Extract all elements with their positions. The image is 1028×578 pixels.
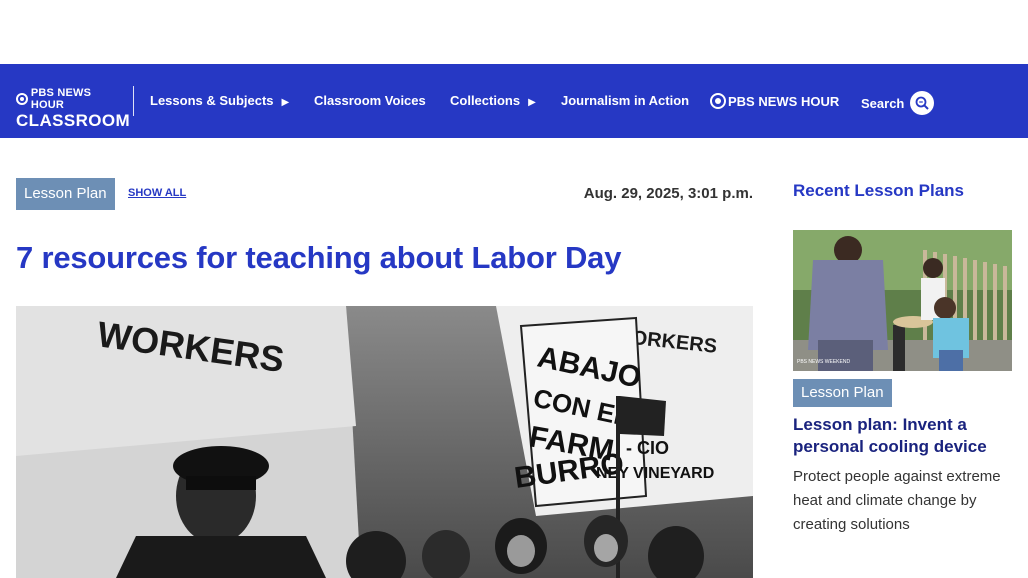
search-icon (910, 91, 935, 115)
sign-vineyard-text: NEY VINEYARD (596, 465, 714, 482)
sidebar-lesson-plan-tag[interactable]: Lesson Plan (793, 379, 892, 407)
pbs-head-icon (16, 93, 28, 105)
nav-lessons-subjects-label: Lessons & Subjects (150, 93, 274, 108)
nav-journalism-in-action[interactable]: Journalism in Action (561, 93, 689, 108)
nav-collections-label: Collections (450, 93, 521, 108)
article-title: 7 resources for teaching about Labor Day (16, 240, 622, 275)
show-all-link[interactable]: SHOW ALL (128, 187, 186, 199)
lesson-plan-tag[interactable]: Lesson Plan (16, 178, 115, 210)
sidebar-card-description: Protect people against extreme heat and … (793, 468, 1001, 533)
ad-space (0, 0, 1028, 64)
logo-line-1: PBS NEWS HOUR (30, 87, 92, 111)
nav-collections[interactable]: Collections ▶ (450, 93, 536, 108)
main-navigation: PBS NEWS HOUR CLASSROOM Lessons & Subjec… (0, 64, 1028, 138)
pbs-newshour-logo[interactable]: PBS NEWS HOUR (710, 93, 839, 109)
nav-classroom-voices-label: Classroom Voices (314, 93, 426, 108)
recent-lesson-plans-heading: Recent Lesson Plans (793, 181, 965, 200)
nav-lessons-subjects[interactable]: Lessons & Subjects ▶ (150, 93, 289, 108)
caret-right-icon: ▶ (281, 97, 290, 108)
lesson-thumbnail[interactable]: PBS NEWS WEEKEND (793, 230, 1012, 371)
search-button[interactable]: Search (861, 91, 935, 115)
hero-image: WORKERS FARMWORKERS ABAJO CON EL FARM BU… (16, 306, 753, 578)
logo-line-2: CLASSROOM (16, 111, 131, 130)
pbs-newshour-classroom-logo[interactable]: PBS NEWS HOUR CLASSROOM (16, 87, 130, 130)
logo-top-line: PBS NEWS HOUR (16, 87, 126, 111)
search-label: Search (861, 95, 905, 111)
pbs-head-icon (710, 93, 726, 109)
sign-cio-text: - CIO (626, 438, 669, 458)
nav-journalism-in-action-label: Journalism in Action (561, 93, 690, 108)
thumb-watermark: PBS NEWS WEEKEND (797, 359, 850, 365)
logo-divider (133, 86, 134, 116)
article-date: Aug. 29, 2025, 3:01 p.m. (583, 185, 753, 202)
caret-right-icon: ▶ (528, 97, 536, 108)
nav-classroom-voices[interactable]: Classroom Voices (314, 93, 426, 108)
sidebar-card-title[interactable]: Lesson plan: Invent a personal cooling d… (793, 414, 1018, 458)
newshour-logo-text: PBS NEWS HOUR (728, 93, 840, 109)
